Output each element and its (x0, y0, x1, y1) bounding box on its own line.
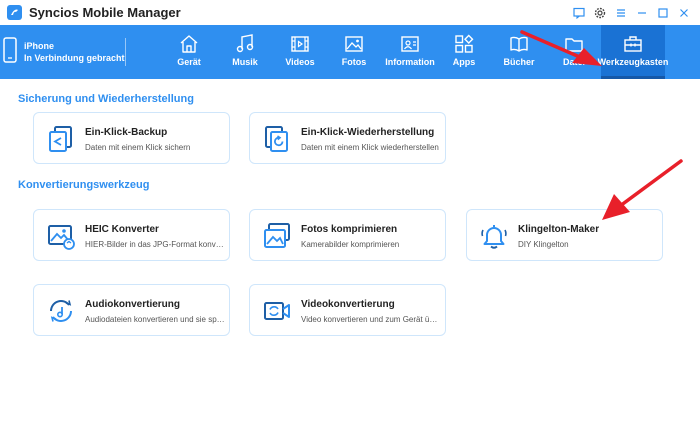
apps-icon (455, 34, 474, 53)
card-description: Kamerabilder komprimieren (301, 240, 400, 249)
section-title-backup: Sicherung und Wiederherstellung (18, 93, 194, 105)
phone-icon (3, 37, 17, 63)
card-title: HEIC Konverter (85, 224, 159, 235)
tab-label: Gerät (177, 57, 201, 67)
minimize-icon (637, 12, 646, 14)
device-status: In Verbindung gebracht (24, 53, 125, 63)
one-click-backup-card[interactable]: Ein-Klick-Backup Daten mit einem Klick s… (33, 112, 230, 164)
tab-videos[interactable]: Videos (277, 25, 323, 79)
device-name: iPhone (24, 41, 55, 51)
gear-icon (594, 7, 605, 19)
card-title: Videokonvertierung (301, 299, 395, 310)
card-title: Ein-Klick-Backup (85, 127, 168, 138)
music-icon (236, 34, 254, 53)
card-title: Fotos komprimieren (301, 224, 398, 235)
title-bar: Syncios Mobile Manager (0, 0, 700, 25)
audio-converter-icon (50, 300, 72, 322)
minimize-button[interactable] (631, 3, 652, 23)
toolbar-divider (125, 38, 126, 66)
maximize-button[interactable] (652, 3, 673, 23)
tab-label: Werkzeugkasten (597, 57, 669, 67)
tab-label: Musik (232, 57, 258, 67)
bell-icon (481, 225, 507, 249)
tab-label: Information (385, 57, 435, 67)
window-title: Syncios Mobile Manager (29, 5, 181, 20)
annotation-arrow-toolbox (520, 30, 602, 66)
card-description: Daten mit einem Klick sichern (85, 143, 191, 152)
window-controls (568, 3, 694, 23)
close-button[interactable] (673, 3, 694, 23)
tab-geraet[interactable]: Gerät (166, 25, 212, 79)
contact-card-icon (401, 36, 419, 52)
tab-label: Apps (452, 57, 476, 67)
video-converter-card[interactable]: Videokonvertierung Video konvertieren un… (249, 284, 446, 336)
one-click-restore-card[interactable]: Ein-Klick-Wiederherstellung Daten mit ei… (249, 112, 446, 164)
menu-button[interactable] (610, 3, 631, 23)
heic-converter-icon (48, 225, 75, 250)
card-title: Audiokonvertierung (85, 299, 181, 310)
heic-converter-card[interactable]: HEIC Konverter HIER-Bilder in das JPG-Fo… (33, 209, 230, 261)
close-icon (679, 9, 688, 17)
card-title: Klingelton-Maker (518, 224, 600, 235)
tab-label: Videos (285, 57, 315, 67)
tab-musik[interactable]: Musik (222, 25, 268, 79)
tab-information[interactable]: Information (384, 25, 436, 79)
tab-label: Fotos (341, 57, 367, 67)
maximize-icon (657, 8, 668, 18)
device-panel[interactable]: iPhone In Verbindung gebracht (3, 34, 127, 70)
toolbox-icon (624, 36, 642, 52)
card-description: HIER-Bilder in das JPG-Format konvertier… (85, 240, 225, 249)
tab-fotos[interactable]: Fotos (331, 25, 377, 79)
backup-icon (49, 126, 72, 152)
annotation-arrow-ringtone (602, 159, 683, 220)
settings-button[interactable] (589, 3, 610, 23)
feedback-button[interactable] (568, 3, 589, 23)
card-description: Video konvertieren und zum Gerät übertra… (301, 315, 441, 324)
compress-photos-card[interactable]: Fotos komprimieren Kamerabilder komprimi… (249, 209, 446, 261)
video-icon (291, 36, 309, 52)
restore-icon (265, 126, 288, 152)
card-title: Ein-Klick-Wiederherstellung (301, 127, 435, 138)
photo-icon (345, 36, 363, 52)
card-description: DIY Klingelton (518, 240, 569, 249)
card-description: Daten mit einem Klick wiederherstellen (301, 143, 439, 152)
tab-werkzeugkasten[interactable]: Werkzeugkasten (598, 25, 668, 79)
syncios-logo-icon (7, 5, 22, 20)
message-icon (572, 7, 585, 19)
tab-apps[interactable]: Apps (441, 25, 487, 79)
menu-icon (616, 9, 625, 17)
card-description: Audiodateien konvertieren und sie speich… (85, 315, 225, 324)
video-converter-icon (264, 302, 290, 320)
home-icon (180, 35, 198, 53)
audio-converter-card[interactable]: Audiokonvertierung Audiodateien konverti… (33, 284, 230, 336)
compress-photos-icon (264, 223, 290, 248)
section-title-convert: Konvertierungswerkzeug (18, 179, 150, 191)
